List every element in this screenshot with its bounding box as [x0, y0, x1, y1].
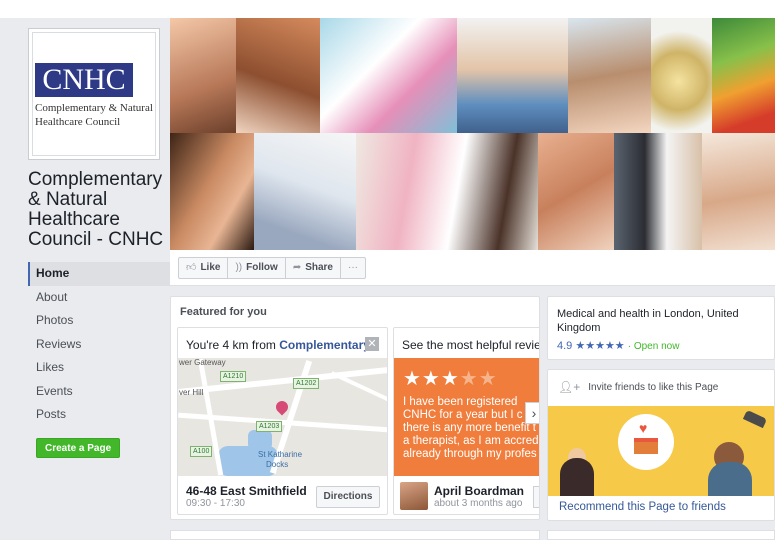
page-info-card: Medical and health in London, United Kin… [547, 296, 775, 360]
add-person-icon: 👤︎+ [558, 380, 581, 394]
featured-card: Featured for you You're 4 km from Comple… [170, 296, 540, 520]
shop-icon [634, 438, 658, 454]
timeline-card [170, 530, 540, 540]
cover-tile-hands [170, 133, 254, 250]
top-strip [0, 0, 775, 18]
cover-tile-physio [614, 133, 702, 250]
action-button-group: 👍︎ Like )) Follow ➦ Share ··· [178, 257, 366, 279]
invite-illustration: ♥ [548, 406, 774, 496]
logo-text: CNHC [35, 63, 133, 97]
location-map[interactable]: wer Gateway ver Hill A1210 A1202 A1203 A… [178, 358, 387, 476]
invite-label: Invite friends to like this Page [588, 381, 719, 393]
cover-tile-consultation [356, 133, 538, 250]
map-label-dock: St Katharine [258, 450, 303, 459]
person-icon [560, 458, 594, 496]
open-status: · Open now [627, 341, 680, 352]
page-action-bar: 👍︎ Like )) Follow ➦ Share ··· [170, 250, 775, 286]
page-rating[interactable]: 4.9 ★★★★★ · Open now [557, 339, 679, 352]
nav-item-home[interactable]: Home [28, 262, 176, 286]
map-label-dock: Docks [266, 460, 289, 469]
cover-tile-massage-hands [170, 18, 236, 133]
thumbs-up-icon: 👍︎ [186, 262, 197, 273]
close-icon[interactable]: ✕ [365, 337, 379, 351]
cover-tile-oil-bottle [651, 18, 712, 133]
logo-subtitle: Complementary & Natural Healthcare Counc… [35, 102, 153, 128]
rating-value: 4.9 [557, 340, 573, 352]
location-hours: 09:30 - 17:30 [186, 498, 245, 509]
chevron-right-icon[interactable]: › [525, 402, 539, 424]
logo: CNHC Complementary & Natural Healthcare … [32, 32, 156, 156]
cover-tile-face-massage [236, 18, 320, 133]
featured-title: Featured for you [180, 306, 267, 318]
invite-heading[interactable]: 👤︎+ Invite friends to like this Page [558, 380, 718, 394]
about-card [547, 530, 775, 540]
map-road-label: A100 [190, 446, 213, 457]
cover-tile-reflexology [538, 133, 614, 250]
hat-icon [742, 409, 768, 429]
review-stars: ★★★★★ [403, 368, 498, 390]
follow-button[interactable]: )) Follow [228, 258, 286, 278]
map-label-gateway: wer Gateway [179, 358, 226, 367]
like-button[interactable]: 👍︎ Like [179, 258, 229, 278]
more-icon: ··· [348, 262, 358, 273]
review-time: about 3 months ago [434, 498, 523, 509]
nav-item-reviews[interactable]: Reviews [28, 333, 176, 357]
review-highlight[interactable]: ★★★★★ I have been registered CNHC for a … [394, 358, 539, 476]
page-category: Medical and health in London, United Kin… [557, 308, 739, 334]
map-road-label: A1202 [293, 378, 320, 389]
like-label: Like [200, 262, 221, 273]
review-heading[interactable]: See the most helpful reviews o [402, 338, 539, 352]
page-nav: Home About Photos Reviews Likes Events P… [28, 262, 176, 427]
recommend-link[interactable]: Recommend this Page to friends [559, 501, 726, 513]
directions-button[interactable]: Directions [316, 486, 380, 508]
cover-tile-leg-massage [457, 18, 568, 133]
rss-icon: )) [235, 262, 243, 273]
nav-item-posts[interactable]: Posts [28, 403, 176, 427]
reviewer-name[interactable]: April Boardman [434, 484, 524, 498]
left-column: CNHC Complementary & Natural Healthcare … [16, 18, 176, 540]
share-button[interactable]: ➦ Share [286, 258, 341, 278]
nav-item-likes[interactable]: Likes [28, 356, 176, 380]
location-address: 46-48 East Smithfield [186, 484, 307, 498]
more-button[interactable]: ··· [341, 258, 365, 278]
location-heading[interactable]: You're 4 km from Complementary... [186, 338, 366, 352]
page-title[interactable]: Complementary & Natural Healthcare Counc… [28, 170, 170, 250]
map-road-label: A1210 [220, 371, 247, 382]
profile-picture[interactable]: CNHC Complementary & Natural Healthcare … [28, 28, 160, 160]
star-rating-icon: ★★★★★ [575, 340, 625, 352]
cover-tile-back-massage [568, 18, 651, 133]
location-card: You're 4 km from Complementary... ✕ wer … [177, 327, 388, 515]
share-label: Share [305, 262, 333, 273]
create-page-button[interactable]: Create a Page [36, 438, 121, 458]
cover-tile-therapist [254, 133, 356, 250]
invite-card: 👤︎+ Invite friends to like this Page ♥ R… [547, 369, 775, 521]
review-card: See the most helpful reviews o ★★★★★ I h… [393, 327, 539, 515]
nav-item-photos[interactable]: Photos [28, 309, 176, 333]
map-label-hill: ver Hill [179, 388, 204, 397]
share-arrow-icon: ➦ [292, 262, 302, 273]
review-text: I have been registered CNHC for a year b… [403, 396, 539, 460]
cover-tile-relaxation [702, 133, 775, 250]
cover-photo[interactable] [170, 18, 775, 250]
avatar[interactable] [400, 482, 428, 510]
review-action-button[interactable] [533, 486, 539, 508]
nav-item-about[interactable]: About [28, 286, 176, 310]
follow-label: Follow [246, 262, 278, 273]
heart-icon: ♥ [639, 420, 648, 436]
nav-item-events[interactable]: Events [28, 380, 176, 404]
cover-tile-vegetables [712, 18, 775, 133]
person-icon [708, 462, 752, 496]
map-road-label: A1203 [256, 421, 283, 432]
cover-tile-yoga [320, 18, 457, 133]
